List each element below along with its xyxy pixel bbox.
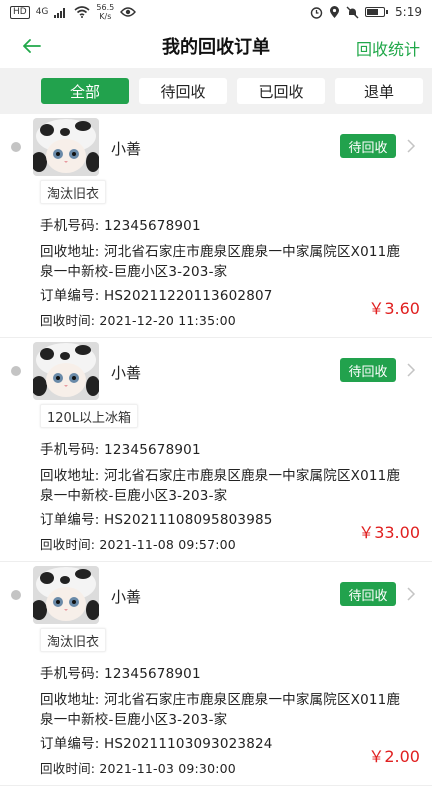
avatar <box>33 342 99 400</box>
order-amount: ￥2.00 <box>368 747 420 766</box>
signal-icon <box>54 8 66 18</box>
phone-value: 12345678901 <box>104 666 201 682</box>
clock-time: 5:19 <box>395 5 422 19</box>
order-card[interactable]: 小善 待回收 120L以上冰箱 手机号码: 12345678901 回收地址: … <box>0 338 432 562</box>
order-list: 小善 待回收 淘汰旧衣 手机号码: 12345678901 回收地址: 河北省石… <box>0 114 432 786</box>
order-amount: ￥3.60 <box>368 299 420 318</box>
status-bar: HD 4G 56.5 K/s 5:19 <box>0 0 432 24</box>
order-number-label: 订单编号: <box>40 736 105 752</box>
phone-label: 手机号码: <box>40 442 105 458</box>
tab-all[interactable]: 全部 <box>41 78 129 104</box>
recycle-time-row: 回收时间: 2021-12-20 11:35:00 <box>40 310 236 329</box>
bullet-dot <box>11 590 21 600</box>
cat-avatar-image <box>33 566 99 624</box>
tab-pending[interactable]: 待回收 <box>139 78 227 104</box>
order-number-value: HS20211108095803985 <box>104 512 273 528</box>
order-card[interactable]: 小善 待回收 淘汰旧衣 手机号码: 12345678901 回收地址: 河北省石… <box>0 562 432 786</box>
recycle-stats-link[interactable]: 回收统计 <box>356 36 420 60</box>
tab-recycled[interactable]: 已回收 <box>237 78 325 104</box>
address-row: 回收地址: 河北省石家庄市鹿泉区鹿泉一中家属院区X011鹿泉一中新校-巨鹿小区3… <box>40 242 412 282</box>
app-header: 我的回收订单 回收统计 <box>0 24 432 68</box>
phone-row: 手机号码: 12345678901 <box>40 214 201 234</box>
address-label: 回收地址: <box>40 468 105 484</box>
item-tag: 淘汰旧衣 <box>40 628 107 652</box>
recycle-time-value: 2021-12-20 11:35:00 <box>99 313 236 328</box>
order-number-value: HS20211220113602807 <box>104 288 273 304</box>
cat-avatar-image <box>33 342 99 400</box>
recycle-time-value: 2021-11-03 09:30:00 <box>99 761 236 776</box>
alarm-icon <box>310 6 323 19</box>
status-badge: 待回收 <box>340 134 396 158</box>
username: 小善 <box>111 588 142 606</box>
order-number-label: 订单编号: <box>40 288 105 304</box>
back-button[interactable] <box>18 32 46 60</box>
tab-bar: 全部 待回收 已回收 退单 <box>0 68 432 114</box>
tab-cancelled[interactable]: 退单 <box>335 78 423 104</box>
order-number-row: 订单编号: HS20211103093023824 <box>40 732 273 752</box>
phone-row: 手机号码: 12345678901 <box>40 438 201 458</box>
status-badge: 待回收 <box>340 358 396 382</box>
username: 小善 <box>111 140 142 158</box>
signal-label: 4G <box>35 7 49 17</box>
phone-value: 12345678901 <box>104 442 201 458</box>
bullet-dot <box>11 142 21 152</box>
order-card[interactable]: 小善 待回收 淘汰旧衣 手机号码: 12345678901 回收地址: 河北省石… <box>0 114 432 338</box>
recycle-time-row: 回收时间: 2021-11-08 09:57:00 <box>40 534 236 553</box>
item-tag: 120L以上冰箱 <box>40 404 139 428</box>
status-badge: 待回收 <box>340 582 396 606</box>
phone-value: 12345678901 <box>104 218 201 234</box>
page-title: 我的回收订单 <box>162 37 270 58</box>
recycle-time-label: 回收时间: <box>40 537 100 552</box>
recycle-time-value: 2021-11-08 09:57:00 <box>99 537 236 552</box>
order-number-row: 订单编号: HS20211108095803985 <box>40 508 273 528</box>
phone-label: 手机号码: <box>40 666 105 682</box>
phone-label: 手机号码: <box>40 218 105 234</box>
arrow-left-icon <box>23 39 41 53</box>
chevron-right-icon[interactable] <box>406 587 416 601</box>
wifi-icon <box>74 6 90 18</box>
hd-badge: HD <box>10 5 30 19</box>
address-label: 回收地址: <box>40 244 105 260</box>
item-tag: 淘汰旧衣 <box>40 180 107 204</box>
mute-icon <box>346 6 359 18</box>
address-label: 回收地址: <box>40 692 105 708</box>
username: 小善 <box>111 364 142 382</box>
order-number-value: HS20211103093023824 <box>104 736 273 752</box>
recycle-time-label: 回收时间: <box>40 761 100 776</box>
order-number-label: 订单编号: <box>40 512 105 528</box>
address-row: 回收地址: 河北省石家庄市鹿泉区鹿泉一中家属院区X011鹿泉一中新校-巨鹿小区3… <box>40 466 412 506</box>
avatar <box>33 566 99 624</box>
battery-icon <box>365 7 389 17</box>
location-icon <box>330 5 340 18</box>
order-amount: ￥33.00 <box>358 523 420 542</box>
avatar <box>33 118 99 176</box>
order-number-row: 订单编号: HS20211220113602807 <box>40 284 273 304</box>
chevron-right-icon[interactable] <box>406 139 416 153</box>
eye-icon <box>120 7 137 17</box>
bullet-dot <box>11 366 21 376</box>
cat-avatar-image <box>33 118 99 176</box>
phone-row: 手机号码: 12345678901 <box>40 662 201 682</box>
address-row: 回收地址: 河北省石家庄市鹿泉区鹿泉一中家属院区X011鹿泉一中新校-巨鹿小区3… <box>40 690 412 730</box>
network-speed: 56.5 K/s <box>96 3 115 21</box>
recycle-time-label: 回收时间: <box>40 313 100 328</box>
chevron-right-icon[interactable] <box>406 363 416 377</box>
